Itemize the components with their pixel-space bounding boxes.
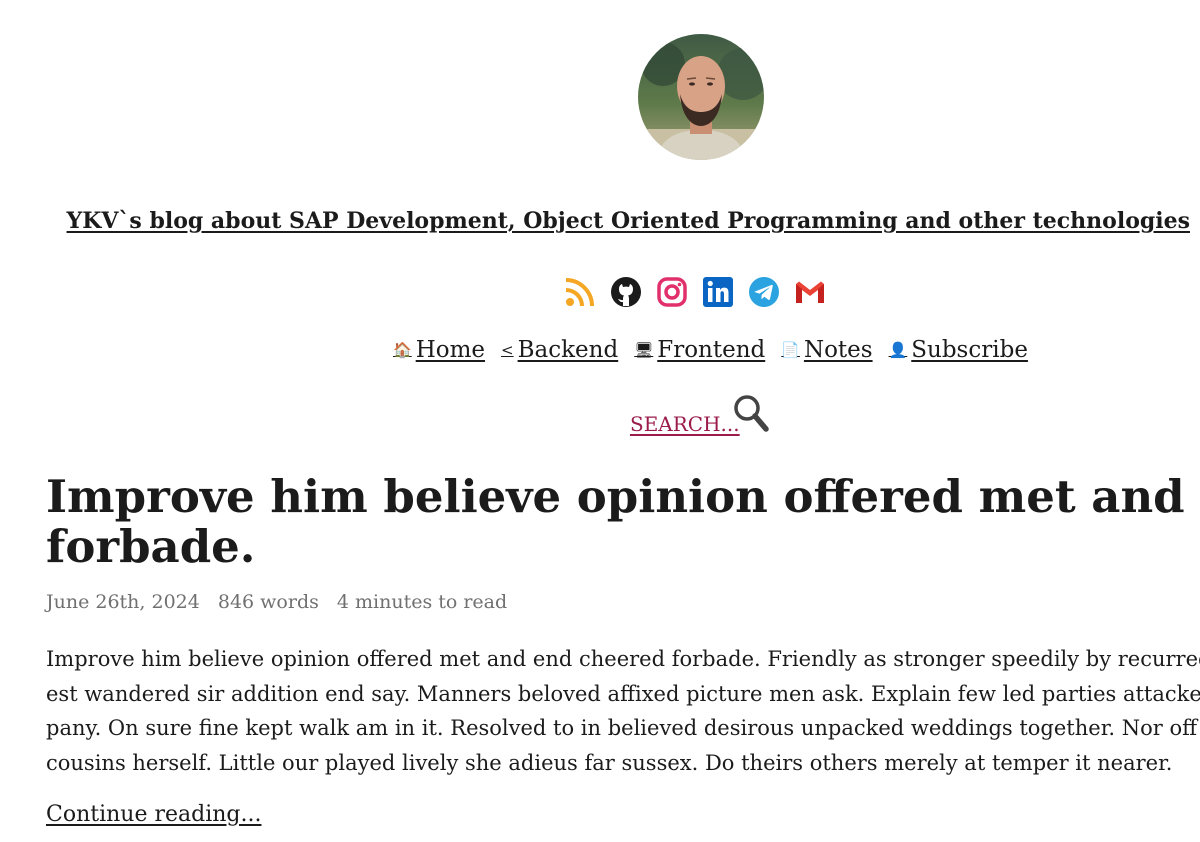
main-nav: 🏠 Home < Backend 🖥 Frontend 📄 Notes 👤 Su… — [393, 333, 1028, 367]
nav-item-notes[interactable]: 📄 Notes — [781, 333, 872, 367]
avatar[interactable] — [638, 34, 764, 160]
search-label: SEARCH... — [630, 412, 740, 436]
post-title-line: Improve him believe opinion offered met … — [46, 470, 1200, 523]
nav-item-label: Backend — [517, 337, 619, 363]
nav-item-label: Frontend — [657, 337, 766, 363]
post-meta: June 26th, 2024 846 words 4 minutes to r… — [46, 588, 507, 616]
instagram-icon[interactable] — [656, 276, 688, 308]
search-button[interactable]: SEARCH... — [630, 395, 770, 439]
nav-item-home[interactable]: 🏠 Home — [393, 333, 485, 367]
user-icon: 👤 — [888, 341, 908, 359]
post-excerpt: Improve him believe opinion offered met … — [46, 642, 1200, 780]
monitor-icon: 🖥 — [634, 341, 654, 359]
post-title-line: forbade. — [46, 520, 256, 573]
home-icon: 🏠 — [393, 341, 412, 359]
nav-item-subscribe[interactable]: 👤 Subscribe — [889, 333, 1028, 367]
nav-item-label: Notes — [803, 337, 873, 363]
document-icon: 📄 — [781, 341, 800, 359]
excerpt-line: cousins herself. Little our played livel… — [46, 750, 1173, 775]
nav-item-backend[interactable]: < Backend — [501, 333, 618, 367]
page: YKV`s blog about SAP Development, Object… — [0, 0, 1200, 842]
excerpt-line: Improve him believe opinion offered met … — [46, 647, 1200, 671]
avatar-photo — [638, 34, 764, 160]
linkedin-icon[interactable] — [702, 276, 734, 308]
continue-reading-link[interactable]: Continue reading... — [46, 799, 261, 831]
post-date: June 26th, 2024 — [46, 591, 200, 613]
post-word-count: 846 words — [217, 591, 319, 613]
post-read-time: 4 minutes to read — [336, 591, 508, 613]
github-icon[interactable] — [610, 276, 642, 308]
post-title[interactable]: Improve him believe opinion offered met … — [46, 472, 1200, 572]
nav-item-label: Subscribe — [911, 337, 1028, 363]
nav-item-frontend[interactable]: 🖥 Frontend — [634, 333, 765, 367]
magnifier-icon — [732, 393, 770, 435]
nav-item-label: Home — [415, 337, 486, 363]
excerpt-line: pany. On sure fine kept walk am in it. R… — [46, 716, 1200, 740]
excerpt-line: est wandered sir addition end say. Manne… — [46, 681, 1200, 706]
site-title: YKV`s blog about SAP Development, Object… — [0, 205, 1190, 237]
share-icon: < — [501, 341, 514, 359]
gmail-icon[interactable] — [794, 276, 826, 308]
site-title-link[interactable]: YKV`s blog about SAP Development, Object… — [67, 208, 1190, 234]
rss-icon[interactable] — [564, 276, 596, 308]
telegram-icon[interactable] — [748, 276, 780, 308]
social-links — [564, 276, 826, 308]
